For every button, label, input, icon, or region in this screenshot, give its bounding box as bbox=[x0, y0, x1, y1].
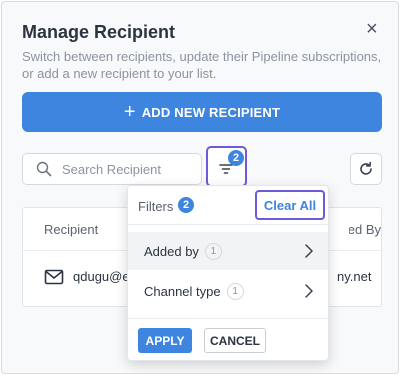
email-icon bbox=[44, 269, 64, 285]
add-new-recipient-label: ADD NEW RECIPIENT bbox=[141, 104, 281, 120]
apply-button[interactable]: APPLY bbox=[138, 328, 192, 353]
filters-title: Filters bbox=[138, 199, 174, 214]
filter-item-channel-type[interactable]: Channel type 1 bbox=[128, 272, 328, 310]
modal-subtitle: Switch between recipients, update their … bbox=[22, 49, 382, 81]
refresh-icon bbox=[360, 161, 372, 175]
chevron-right-icon bbox=[305, 244, 313, 258]
chevron-right-icon bbox=[305, 284, 313, 298]
filter-item-count: 1 bbox=[204, 242, 222, 260]
search-input[interactable] bbox=[60, 160, 194, 178]
add-new-recipient-button[interactable]: + ADD NEW RECIPIENT bbox=[22, 92, 382, 132]
filters-header: Filters 2 Clear All bbox=[128, 186, 328, 225]
filter-item-label: Channel type bbox=[144, 283, 221, 299]
column-header-recipient[interactable]: Recipient bbox=[44, 222, 98, 237]
filter-count-badge: 2 bbox=[228, 150, 244, 166]
plus-icon: + bbox=[123, 101, 136, 123]
search-box[interactable] bbox=[22, 153, 202, 185]
search-icon bbox=[36, 161, 52, 177]
refresh-button[interactable] bbox=[350, 153, 382, 185]
filter-item-count: 1 bbox=[226, 282, 244, 300]
recipient-email[interactable]: qdugu@e bbox=[73, 269, 130, 284]
filter-button[interactable]: 2 bbox=[206, 146, 247, 187]
modal-title: Manage Recipient bbox=[22, 22, 176, 42]
clear-all-button[interactable]: Clear All bbox=[255, 190, 325, 220]
filter-item-label: Added by bbox=[144, 243, 199, 259]
recipient-added-by: ny.net bbox=[337, 269, 372, 284]
manage-recipient-modal: Manage Recipient × Switch between recipi… bbox=[1, 1, 399, 374]
filters-dropdown: Filters 2 Clear All Added by 1 Channel t… bbox=[127, 185, 329, 361]
cancel-button[interactable]: CANCEL bbox=[204, 328, 266, 353]
column-header-added-by[interactable]: Added By bbox=[349, 222, 381, 237]
close-icon[interactable]: × bbox=[366, 19, 378, 39]
filters-footer: APPLY CANCEL bbox=[128, 318, 328, 361]
filter-item-added-by[interactable]: Added by 1 bbox=[128, 232, 328, 270]
filters-count-badge: 2 bbox=[178, 197, 194, 213]
